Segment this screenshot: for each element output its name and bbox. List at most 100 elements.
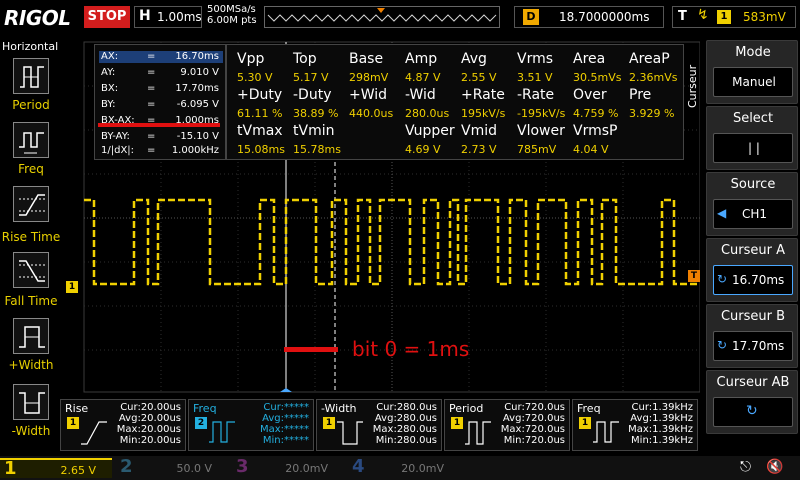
cursor-equals: = — [147, 67, 156, 78]
channel2-indicator[interactable]: 2 50.0 V — [116, 456, 228, 478]
measure-stat: Avg:20.00us — [118, 413, 181, 424]
meas-header: Base — [349, 51, 384, 67]
measure-channel-badge: 1 — [323, 417, 335, 429]
measure-box-rise[interactable]: Rise 1 Cur:20.00us Avg:20.00us Max:20.00… — [60, 399, 186, 451]
measure-channel-badge: 1 — [67, 417, 79, 429]
usb-icon: ⎋ — [740, 459, 752, 475]
meas-header: Vmid — [461, 123, 497, 139]
rising-edge-icon: ↯ — [697, 7, 709, 23]
meas-value: 15.08ms — [237, 143, 285, 156]
meas-header: Vlower — [517, 123, 565, 139]
channel4-indicator[interactable]: 4 20.0mV — [348, 456, 460, 478]
meas-value: 4.04 V — [573, 143, 609, 156]
meas-header: Amp — [405, 51, 438, 67]
measure-stat: Avg:1.39kHz — [630, 413, 693, 424]
sample-rate: 500MSa/s — [207, 4, 256, 15]
softkey-value: 17.70ms — [732, 339, 785, 353]
cursor-row-by: BY: = -6.095 V — [99, 99, 223, 111]
meas-value: 2.73 V — [461, 143, 497, 156]
meas-value: 38.89 % — [293, 107, 339, 120]
meas-value: 298mV — [349, 71, 389, 84]
meas-value: 440.0us — [349, 107, 394, 120]
meas-header: Vupper — [405, 123, 455, 139]
cursor-name: BY: — [101, 99, 116, 110]
speaker-mute-icon[interactable]: 🔇 — [766, 459, 783, 475]
trigger-level-marker[interactable]: T — [688, 270, 700, 282]
channel1-offset-marker[interactable]: 1 — [66, 281, 78, 293]
rotate-knob-icon: ↻ — [746, 403, 758, 419]
measure-title: Freq — [577, 402, 601, 415]
softkey-title: Curseur B — [720, 309, 786, 324]
memory-position-strip[interactable] — [264, 6, 500, 28]
trigger-box[interactable]: T ↯ 1 583mV — [672, 6, 796, 28]
meas-value: 785mV — [517, 143, 557, 156]
period-icon — [465, 421, 491, 445]
timebase-box[interactable]: H 1.00ms — [134, 6, 202, 28]
run-stop-indicator[interactable]: STOP — [84, 6, 130, 28]
meas-value: 280.0us — [405, 107, 450, 120]
annotation-text: bit 0 = 1ms — [352, 337, 470, 361]
cursor-row-inverse-dx: 1/|dX|: = 1.000kHz — [99, 145, 223, 157]
measure-stat: Avg:720.0us — [502, 413, 565, 424]
meas-header: +Rate — [461, 87, 505, 103]
meas-header: tVmax — [237, 123, 283, 139]
channel-number: 3 — [236, 456, 249, 477]
meas-header: Avg — [461, 51, 487, 67]
timebase-value: 1.00ms — [157, 10, 202, 24]
negative-width-button[interactable] — [13, 384, 49, 420]
meas-header: tVmin — [293, 123, 335, 139]
delay-box[interactable]: D 18.7000000ms — [514, 6, 664, 28]
rotate-knob-icon: ↻ — [717, 338, 728, 352]
trigger-level: 583mV — [743, 10, 786, 24]
cursor-a-softkey[interactable]: Curseur A ↻ 16.70ms — [706, 238, 798, 302]
measure-box-negative-width[interactable]: -Width 1 Cur:280.0us Avg:280.0us Max:280… — [316, 399, 442, 451]
cursor-b-softkey[interactable]: Curseur B ↻ 17.70ms — [706, 304, 798, 368]
cursor-name: 1/|dX|: — [101, 145, 135, 156]
delay-key-label: D — [523, 9, 539, 25]
measure-box-freq-ch1[interactable]: Freq 1 Cur:1.39kHz Avg:1.39kHz Max:1.39k… — [572, 399, 698, 451]
measure-title: Period — [449, 402, 484, 415]
channel-number: 1 — [4, 458, 17, 479]
select-softkey[interactable]: Select | | — [706, 106, 798, 170]
measure-stat: Min:280.0us — [375, 435, 437, 446]
softkey-title: Select — [732, 111, 774, 126]
period-icon — [20, 66, 44, 88]
negative-width-label: -Width — [11, 424, 51, 438]
annotation-bit-line — [284, 347, 338, 352]
freq-button[interactable] — [13, 122, 49, 158]
meas-value: 4.87 V — [405, 71, 441, 84]
measure-stat: Min:720.0us — [503, 435, 565, 446]
fall-time-button[interactable] — [13, 252, 49, 288]
meas-header: -Duty — [293, 87, 332, 103]
cursor-equals: = — [147, 83, 156, 94]
measure-stat: Min:1.39kHz — [631, 435, 693, 446]
memory-waveform-icon — [267, 8, 497, 22]
meas-value: 2.55 V — [461, 71, 497, 84]
meas-header: Vrms — [517, 51, 554, 67]
meas-value: 30.5mVs — [573, 71, 622, 84]
rise-time-button[interactable] — [13, 186, 49, 222]
annotation-underline — [98, 123, 220, 127]
measure-title: Rise — [65, 402, 89, 415]
measure-box-freq-ch2[interactable]: Freq 2 Cur:***** Avg:***** Max:***** Min… — [188, 399, 314, 451]
measure-box-period[interactable]: Period 1 Cur:720.0us Avg:720.0us Max:720… — [444, 399, 570, 451]
meas-header: Area — [573, 51, 606, 67]
cursor-ab-softkey[interactable]: Curseur AB ↻ — [706, 370, 798, 434]
meas-header: +Duty — [237, 87, 283, 103]
period-button[interactable] — [13, 58, 49, 94]
positive-width-button[interactable] — [13, 318, 49, 354]
softkey-title: Curseur A — [720, 243, 786, 258]
channel3-indicator[interactable]: 3 20.0mV — [232, 456, 344, 478]
measure-stat: Max:720.0us — [500, 424, 565, 435]
softkey-value: Manuel — [732, 75, 776, 89]
mode-softkey[interactable]: Mode Manuel — [706, 40, 798, 104]
cursor-name: AY: — [101, 67, 116, 78]
cursor-equals: = — [147, 131, 156, 142]
channel1-indicator[interactable]: 1 2.65 V — [0, 458, 112, 479]
measure-title: Freq — [193, 402, 217, 415]
source-softkey[interactable]: Source ◀ CH1 — [706, 172, 798, 236]
memory-depth: 6.00M pts — [207, 15, 257, 26]
cursor-row-by-ay: BY-AY: = -15.10 V — [99, 131, 223, 143]
meas-value: 3.51 V — [517, 71, 553, 84]
negative-width-icon — [337, 421, 363, 445]
